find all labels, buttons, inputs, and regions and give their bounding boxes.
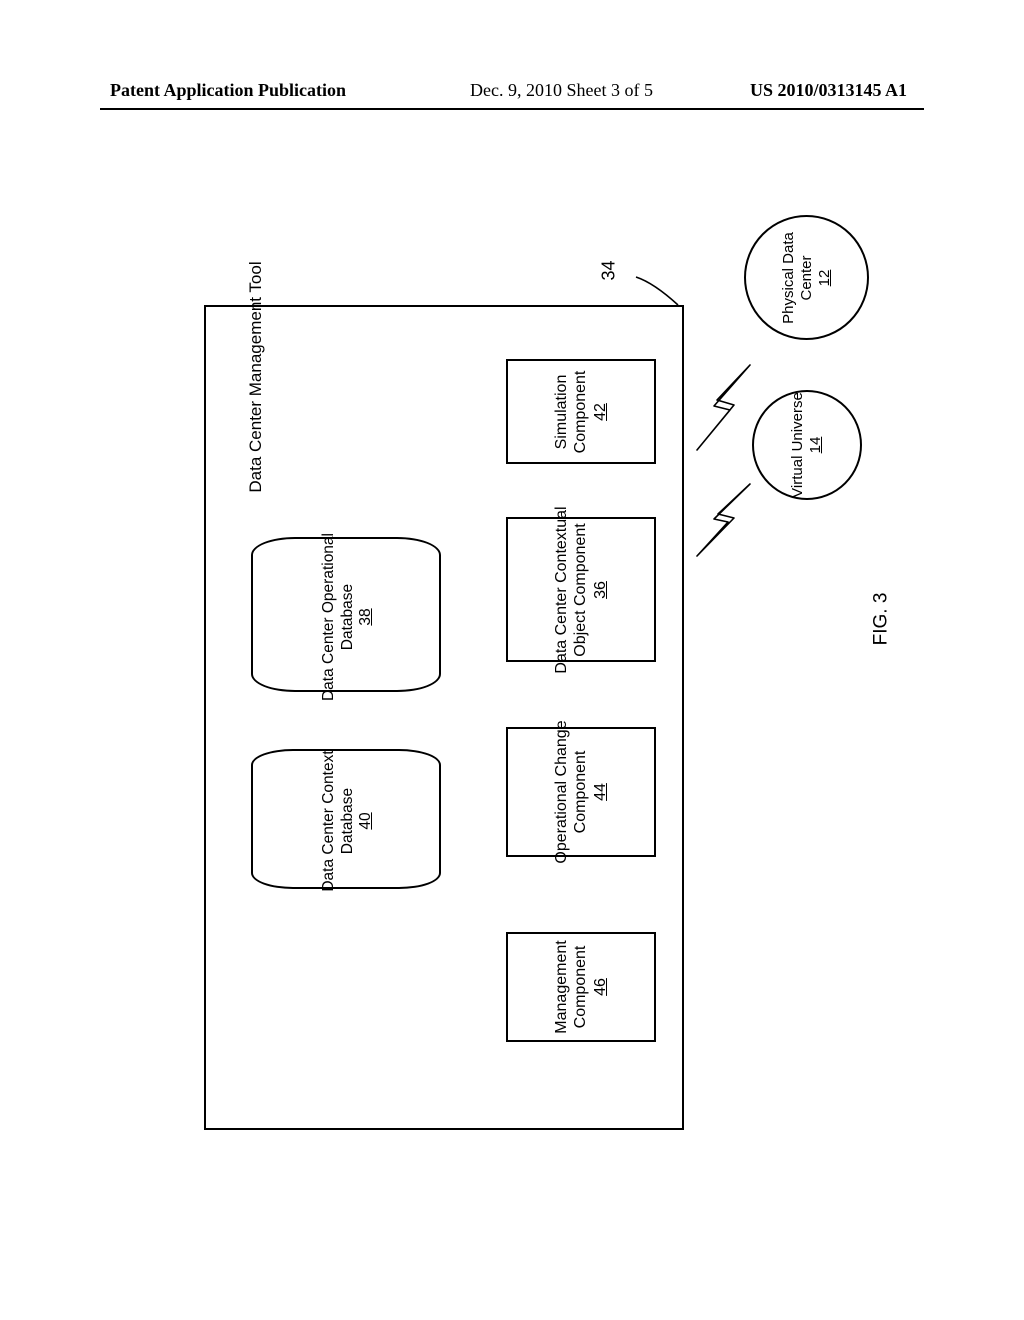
context-database: Data Center Context Database40 (251, 749, 441, 889)
header-right: US 2010/0313145 A1 (750, 80, 907, 101)
header-left: Patent Application Publication (110, 80, 346, 101)
management-component-box: Management Component46 (506, 932, 656, 1042)
physical-data-center-node: Physical Data Center12 (744, 215, 869, 340)
operational-change-component-box: Operational Change Component44 (506, 727, 656, 857)
simulation-component-box: Simulation Component42 (506, 359, 656, 464)
bolt-icon (692, 360, 752, 455)
figure-3-diagram: 34 Data Center Management Tool Simulatio… (204, 215, 834, 1135)
page-header: Patent Application Publication Dec. 9, 2… (0, 80, 1024, 120)
bolt-icon (692, 480, 752, 560)
header-center: Dec. 9, 2010 Sheet 3 of 5 (470, 80, 653, 101)
contextual-object-component-label: Data Center Contextual Object Component3… (551, 505, 611, 675)
operational-change-component-label: Operational Change Component44 (551, 717, 611, 867)
ref-34: 34 (599, 260, 620, 280)
virtual-universe-node: Virtual Universe14 (752, 390, 862, 500)
management-component-label: Management Component46 (551, 912, 611, 1062)
virtual-universe-label: Virtual Universe14 (782, 385, 832, 505)
physical-data-center-label: Physical Data Center12 (782, 218, 832, 338)
header-rule (100, 108, 924, 110)
operational-database: Data Center Operational Database38 (251, 537, 441, 692)
simulation-component-label: Simulation Component42 (551, 337, 611, 487)
operational-database-label: Data Center Operational Database38 (318, 532, 378, 702)
data-center-management-tool-box: Data Center Management Tool Simulation C… (204, 305, 684, 1130)
leader-line-34 (634, 275, 680, 307)
context-database-label: Data Center Context Database40 (318, 736, 378, 906)
main-box-title: Data Center Management Tool (226, 307, 286, 447)
contextual-object-component-box: Data Center Contextual Object Component3… (506, 517, 656, 662)
figure-label: FIG. 3 (870, 593, 892, 646)
